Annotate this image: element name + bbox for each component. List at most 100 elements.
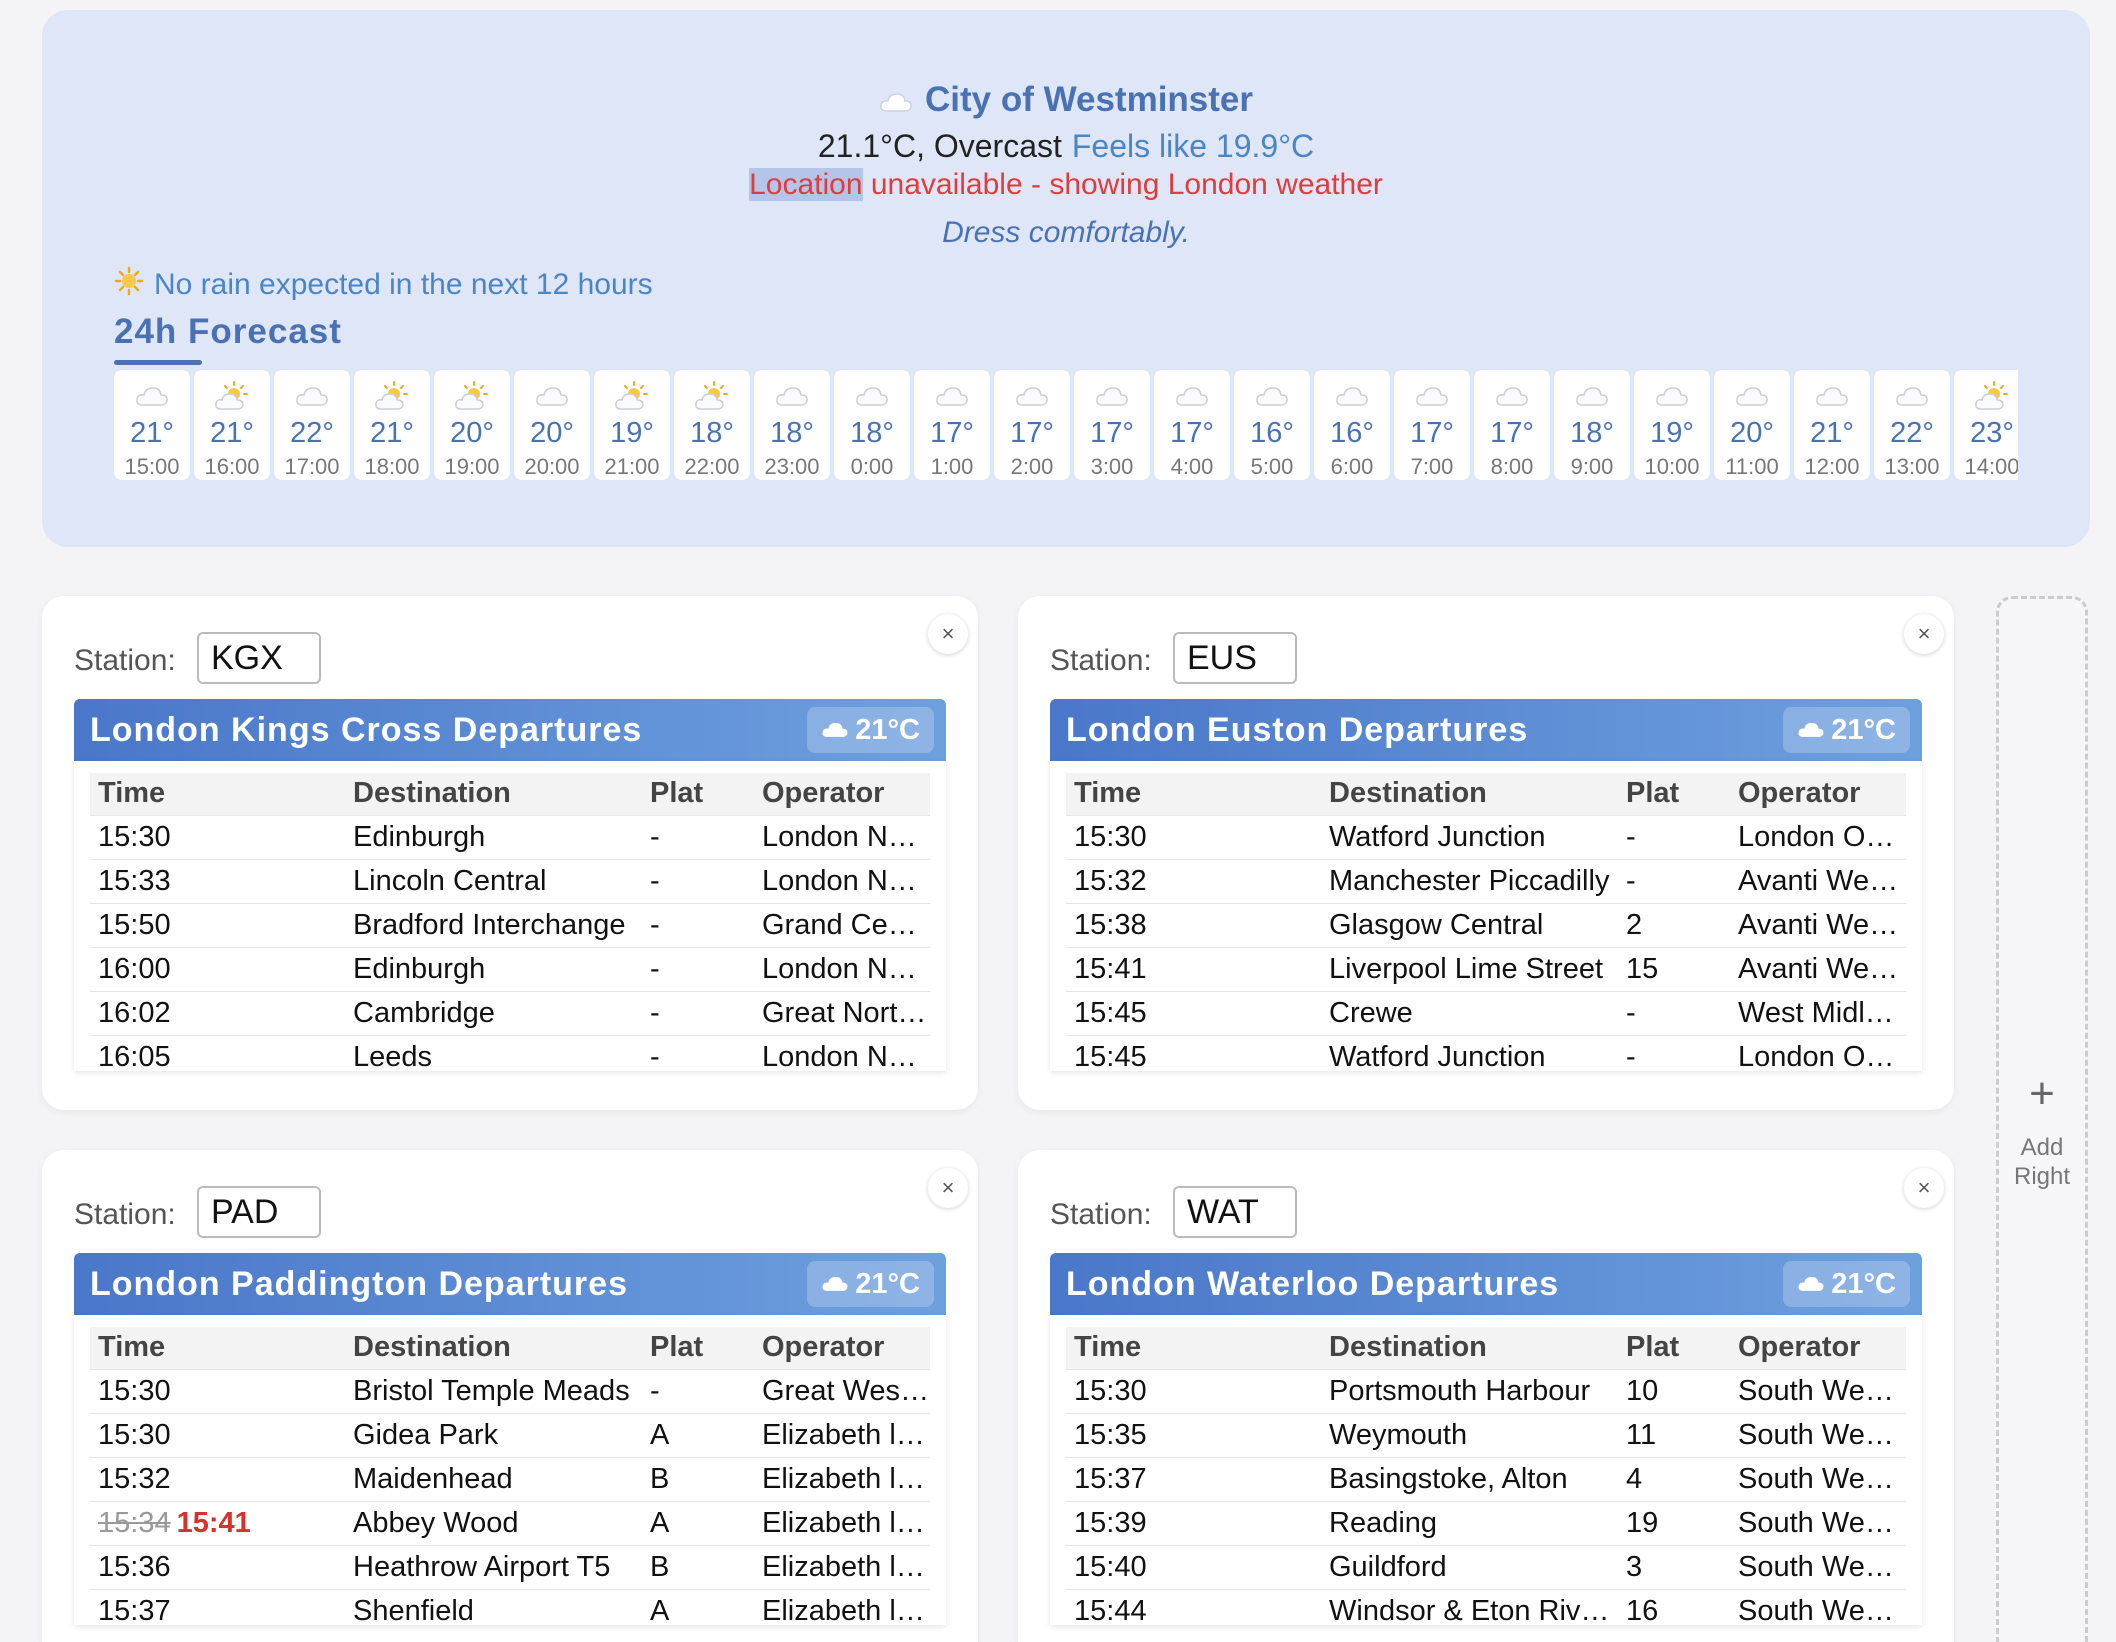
table-row[interactable]: 15:30Portsmouth Harbour10South Western R… [1066,1368,1906,1413]
forecast-temp: 23° [1970,417,2014,449]
temp-badge-value: 21°C [855,713,920,746]
departure-operator: South Western Railway [1730,1456,1906,1501]
departures-header: London Waterloo Departures 21°C [1050,1253,1922,1315]
sun-cloud-icon [374,380,410,411]
forecast-hour: 18° 22:00 [674,370,750,480]
close-button[interactable]: × [1904,1168,1944,1208]
departure-destination: Edinburgh [345,814,642,859]
table-row[interactable]: 15:36 Heathrow Airport T5 B Elizabeth line [90,1544,930,1589]
table-row[interactable]: 15:37 Shenfield A Elizabeth line [90,1588,930,1625]
table-row[interactable]: 15:40Guildford3South Western Railway [1066,1544,1906,1589]
table-row[interactable]: 15:30Bristol Temple Meads-Great Western … [90,1368,930,1413]
current-temp: 21.1°C, Overcast [817,128,1062,164]
table-row[interactable]: 15:45Watford Junction-London Overground [1066,1034,1906,1071]
departure-destination: Bradford Interchange [345,902,642,947]
departure-destination: Shenfield [345,1588,642,1625]
forecast-time: 6:00 [1330,454,1374,479]
table-row[interactable]: 16:02Cambridge-Great Northern [90,990,930,1035]
station-code-input[interactable]: WAT [1173,1186,1297,1238]
table-row[interactable]: 15:50 Bradford Interchange - Grand Central [90,902,930,947]
departure-platform: 4 [1618,1456,1730,1501]
departures-table-container[interactable]: Time Destination Plat Operator 15:30 Port… [1050,1315,1922,1625]
departure-operator: Avanti West Coast [1730,858,1906,903]
close-button[interactable]: × [1904,614,1944,654]
table-row[interactable]: 15:39Reading19South Western Railway [1066,1500,1906,1545]
weather-panel: City of Westminster 21.1°C, Overcast Feel… [42,10,2090,547]
departures-header: London Euston Departures 21°C [1050,699,1922,761]
cloud-icon [821,1268,849,1301]
table-row[interactable]: 15:30Watford Junction-London Overground [1066,814,1906,859]
col-header-operator: Operator [754,773,930,815]
forecast-time: 19:00 [444,454,500,479]
departure-platform: - [1618,858,1730,903]
departure-time: 15:30 [90,1412,345,1457]
departure-time: 15:50 [90,902,345,947]
forecast-temp: 17° [1090,417,1134,449]
departures-title: London Euston Departures [1066,711,1529,749]
departure-destination: Liverpool Lime Street [1321,946,1618,991]
scheduled-time: 15:34 [98,1506,171,1539]
departure-time: 15:30 [90,1368,345,1413]
col-header-time: Time [90,773,345,815]
close-button[interactable]: × [928,1168,968,1208]
departure-destination: Watford Junction [1321,814,1618,859]
departure-operator: South Western Railway [1730,1588,1906,1625]
table-row[interactable]: 15:44Windsor & Eton Riverside16South Wes… [1066,1588,1906,1625]
forecast-time: 3:00 [1090,454,1134,479]
departures-table-container[interactable]: Time Destination Plat Operator 15:30 Watf… [1050,761,1922,1071]
col-header-platform: Plat [642,1327,754,1369]
cloud-icon [1575,380,1609,411]
station-code-input[interactable]: KGX [197,632,321,684]
table-row[interactable]: 15:33Lincoln Central-London North Easter… [90,858,930,903]
col-header-time: Time [1066,1327,1321,1369]
departure-time: 15:34 15:41 [90,1500,345,1545]
departure-time: 15:40 [1066,1544,1321,1589]
departure-platform: 15 [1618,946,1730,991]
departure-operator: South Western Railway [1730,1368,1906,1413]
forecast-hour: 22° 17:00 [274,370,350,480]
station-code-input[interactable]: PAD [197,1186,321,1238]
departure-operator: Great Western Railway [754,1368,930,1413]
table-row[interactable]: 15:41 Liverpool Lime Street 15 Avanti West … [1066,946,1906,991]
departures-header: London Kings Cross Departures 21°C [74,699,946,761]
departure-platform: B [642,1544,754,1589]
forecast-hour: 16° 6:00 [1314,370,1390,480]
forecast-temp: 20° [1730,417,1774,449]
table-row[interactable]: 15:32 Maidenhead B Elizabeth line [90,1456,930,1501]
departure-platform: A [642,1412,754,1457]
temp-badge: 21°C [1783,707,1910,753]
departures-title: London Waterloo Departures [1066,1265,1560,1303]
forecast-hour: 20° 11:00 [1714,370,1790,480]
forecast-temp: 21° [1810,417,1854,449]
table-row[interactable]: 15:32Manchester Piccadilly-Avanti West C… [1066,858,1906,903]
departures-table-container[interactable]: Time Destination Plat Operator 15:30 Edin… [74,761,946,1071]
departure-operator: Elizabeth line [754,1544,930,1589]
departure-time: 15:33 [90,858,345,903]
table-row[interactable]: 15:35Weymouth11South Western Railway [1066,1412,1906,1457]
departures-table-container[interactable]: Time Destination Plat Operator 15:30 Bris… [74,1315,946,1625]
table-row[interactable]: 16:00Edinburgh-London North Eastern Rail… [90,946,930,991]
departure-operator: Elizabeth line [754,1588,930,1625]
cloud-icon [295,380,329,411]
table-row[interactable]: 16:05Leeds-London North Eastern Railway [90,1034,930,1071]
forecast-strip[interactable]: 21° 15:00 21° 16:00 22° 17:00 21° 18:00 20° 19:00… [114,370,2018,490]
table-row[interactable]: 15:37Basingstoke, Alton4South Western Ra… [1066,1456,1906,1501]
forecast-hour: 19° 21:00 [594,370,670,480]
close-button[interactable]: × [928,614,968,654]
station-label: Station: [1050,1198,1152,1231]
add-right-button[interactable]: + Add Right [1996,596,2088,1642]
temp-badge: 21°C [1783,1261,1910,1307]
add-right-label: Add Right [1999,1133,2085,1191]
cloud-icon [1175,380,1209,411]
col-header-destination: Destination [345,1327,642,1369]
departure-platform: 10 [1618,1368,1730,1413]
station-code-input[interactable]: EUS [1173,632,1297,684]
table-row[interactable]: 15:45Crewe-West Midlands Trains [1066,990,1906,1035]
table-row[interactable]: 15:30Edinburgh-London North Eastern Rail… [90,814,930,859]
departure-operator: Avanti West Coast [1730,946,1906,991]
col-header-time: Time [1066,773,1321,815]
table-row[interactable]: 15:30 Gidea Park A Elizabeth line [90,1412,930,1457]
table-row[interactable]: 15:38Glasgow Central2Avanti West Coast [1066,902,1906,947]
table-row[interactable]: 15:34 15:41 Abbey Wood A Elizabeth line [90,1500,930,1545]
cloud-icon [821,714,849,747]
